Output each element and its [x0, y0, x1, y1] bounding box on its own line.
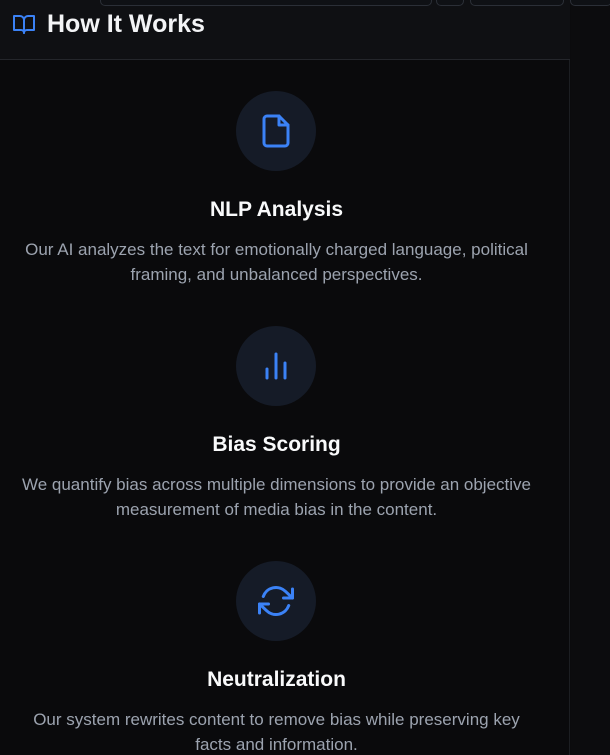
toolbar-control[interactable] — [436, 0, 464, 6]
step-description-line: measurement of media bias in the content… — [115, 500, 438, 519]
step-title: Neutralization — [207, 668, 346, 691]
step-title: Bias Scoring — [212, 433, 341, 456]
section-title: How It Works — [47, 10, 205, 38]
step-description-line: Our AI analyzes the text for emotionally… — [25, 240, 528, 259]
step-description-line: We quantify bias across multiple dimensi… — [21, 475, 531, 494]
step-description-line: facts and information. — [195, 735, 358, 754]
step-icon-badge — [236, 91, 316, 171]
toolbar-control[interactable] — [470, 0, 564, 6]
step-icon-badge — [236, 561, 316, 641]
right-gutter — [571, 0, 610, 755]
step-icon-badge — [236, 326, 316, 406]
refresh-icon — [258, 586, 294, 616]
step-description: We quantify bias across multiple dimensi… — [0, 472, 553, 522]
bar-chart-icon — [265, 352, 287, 380]
top-toolbar-edge — [0, 0, 610, 6]
step-description: Our AI analyzes the text for emotionally… — [0, 237, 553, 287]
step-title: NLP Analysis — [209, 198, 344, 221]
how-it-works-panel: How It Works NLP Analysis Our AI analyze… — [0, 0, 570, 755]
toolbar-control[interactable] — [100, 0, 432, 6]
toolbar-control[interactable] — [570, 0, 610, 6]
step-description-line: framing, and unbalanced perspectives. — [130, 265, 423, 284]
step-description: Our system rewrites content to remove bi… — [0, 707, 553, 755]
section-header: How It Works — [0, 0, 570, 60]
open-book-icon — [12, 12, 36, 36]
document-icon — [262, 114, 290, 148]
step-description-line: Our system rewrites content to remove bi… — [33, 710, 520, 729]
